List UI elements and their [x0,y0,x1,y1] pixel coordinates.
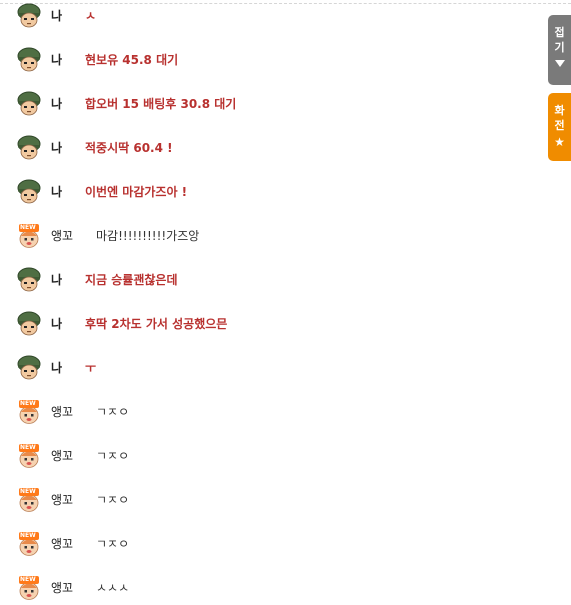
chat-message-row: 나ㅅ [0,1,540,31]
chat-message-text: ㅜ [85,361,97,375]
soldier-helmet-avatar-icon[interactable] [16,135,42,161]
new-badge: NEW [20,532,36,539]
switch-button[interactable]: 화 전 ★ [548,93,571,161]
new-user-avatar-icon[interactable]: NEW [16,531,42,557]
chat-message-text: 이번엔 마감가즈아 ! [85,185,188,199]
chat-nickname[interactable]: 앵꼬 [51,536,73,552]
new-user-avatar-icon[interactable]: NEW [16,575,42,601]
chat-message-row: NEW 앵꼬 ㄱㅈㅇ [0,529,540,559]
chat-message-text: ㄱㅈㅇ [96,493,130,507]
soldier-helmet-avatar-icon[interactable] [16,3,42,29]
chat-nickname[interactable]: 나 [51,272,62,288]
soldier-helmet-avatar-icon[interactable] [16,91,42,117]
new-user-avatar-icon[interactable]: NEW [16,487,42,513]
soldier-helmet-avatar-icon[interactable] [16,355,42,381]
new-badge: NEW [20,576,36,583]
new-badge: NEW [20,488,36,495]
chat-nickname[interactable]: 나 [51,184,62,200]
chat-nickname[interactable]: 앵꼬 [51,580,73,596]
chat-message-text: ㄱㅈㅇ [96,537,130,551]
chat-message-text: 지금 승률괜찮은데 [85,273,178,287]
chat-message-text: ㄱㅈㅇ [96,405,130,419]
chat-message-text: 현보유 45.8 대기 [85,53,179,67]
chat-message-row: 나 적중시딱 60.4 ! [0,133,540,163]
new-badge: NEW [20,400,36,407]
new-user-avatar-icon[interactable]: NEW [16,223,42,249]
soldier-helmet-avatar-icon[interactable] [16,311,42,337]
chat-nickname[interactable]: 나 [51,96,62,112]
fold-button[interactable]: 접 기 [548,15,571,85]
star-icon: ★ [554,135,565,149]
chat-nickname[interactable]: 앵꼬 [51,404,73,420]
chat-nickname[interactable]: 앵꼬 [51,492,73,508]
soldier-helmet-avatar-icon[interactable] [16,267,42,293]
chat-message-row: 나ㅜ [0,353,540,383]
chat-nickname[interactable]: 나 [51,360,62,376]
chat-nickname[interactable]: 나 [51,52,62,68]
chat-message-row: 나 지금 승률괜찮은데 [0,265,540,295]
soldier-helmet-avatar-icon[interactable] [16,179,42,205]
fold-label-char: 기 [554,41,565,54]
chat-message-row: 나 현보유 45.8 대기 [0,45,540,75]
chat-message-row: NEW 앵꼬 ㄱㅈㅇ [0,397,540,427]
chat-message-list[interactable]: 나 ㅅ 나 현보유 45.8 대기 나 합오버 15 배팅후 30.8 대기 나 적중시딱 6… [0,0,540,605]
caret-down-icon [554,60,565,67]
chat-message-row: 나 후딱 2차도 가서 성공했으믄 [0,309,540,339]
chat-nickname[interactable]: 나 [51,8,62,24]
chat-message-text: ㅅ [85,9,97,23]
chat-message-row: NEW 앵꼬 ㅅㅅㅅ [0,573,540,603]
switch-label-char: 화 [554,104,565,117]
chat-message-row: 나 이번엔 마감가즈아 ! [0,177,540,207]
chat-message-text: ㄱㅈㅇ [96,449,130,463]
new-badge: NEW [20,444,36,451]
switch-label-char: 전 [554,119,565,132]
chat-message-row: 나 합오버 15 배팅후 30.8 대기 [0,89,540,119]
chat-panel: 나 ㅅ 나 현보유 45.8 대기 나 합오버 15 배팅후 30.8 대기 나 적중시딱 6… [0,0,571,605]
chat-message-row: NEW 앵꼬 ㄱㅈㅇ [0,441,540,471]
new-user-avatar-icon[interactable]: NEW [16,443,42,469]
chat-nickname[interactable]: 나 [51,140,62,156]
new-badge: NEW [20,224,36,231]
chat-nickname[interactable]: 앵꼬 [51,228,73,244]
chat-message-text: 합오버 15 배팅후 30.8 대기 [85,97,237,111]
fold-label-char: 접 [554,26,565,39]
chat-message-text: 후딱 2차도 가서 성공했으믄 [85,317,228,331]
soldier-helmet-avatar-icon[interactable] [16,47,42,73]
chat-message-row: NEW 앵꼬 ㄱㅈㅇ [0,485,540,515]
new-user-avatar-icon[interactable]: NEW [16,399,42,425]
chat-nickname[interactable]: 나 [51,316,62,332]
chat-nickname[interactable]: 앵꼬 [51,448,73,464]
chat-message-text: 마감!!!!!!!!!!가즈앙 [96,229,200,243]
chat-message-text: 적중시딱 60.4 ! [85,141,173,155]
chat-message-row: NEW 앵꼬 마감!!!!!!!!!!가즈앙 [0,221,540,251]
chat-message-text: ㅅㅅㅅ [96,581,130,595]
